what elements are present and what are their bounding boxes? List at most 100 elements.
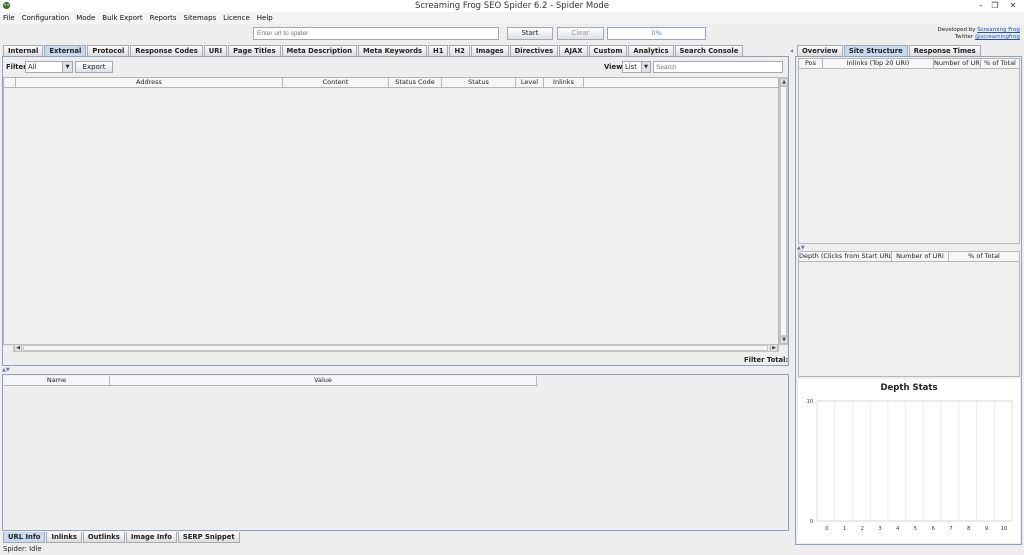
- depth-stats-chart: Depth Stats 0 10 0 1 2 3 4 5 6 7 8 9 10: [798, 379, 1020, 543]
- menu-bulk-export[interactable]: Bulk Export: [102, 14, 142, 22]
- start-button[interactable]: Start: [507, 27, 553, 40]
- depth-table-header: Depth (Clicks from Start URL) Number of …: [799, 252, 1019, 262]
- developed-by-label: Developed by: [937, 27, 976, 33]
- minimize-icon[interactable]: –: [974, 1, 988, 10]
- menu-configuration[interactable]: Configuration: [22, 14, 69, 22]
- tab-h1[interactable]: H1: [428, 45, 449, 56]
- tab-response-times[interactable]: Response Times: [908, 45, 981, 56]
- main-table-hscrollbar[interactable]: ◀ ▶: [13, 344, 779, 352]
- column-status-code[interactable]: Status Code: [389, 78, 442, 87]
- status-bar: Spider: Idle: [0, 545, 1024, 555]
- tab-outlinks[interactable]: Outlinks: [82, 532, 125, 543]
- column-inlinks[interactable]: Inlinks: [544, 78, 584, 87]
- column-value[interactable]: Value: [110, 376, 537, 385]
- tab-overview[interactable]: Overview: [797, 45, 843, 56]
- tab-meta-description[interactable]: Meta Description: [281, 45, 358, 56]
- view-dropdown[interactable]: List ▼: [622, 61, 651, 73]
- progress-bar: 0%: [607, 27, 706, 40]
- column-level[interactable]: Level: [516, 78, 544, 87]
- scroll-down-icon[interactable]: ▼: [780, 336, 788, 344]
- main-table-vscrollbar[interactable]: ▲ ▼: [779, 77, 788, 345]
- tab-meta-keywords[interactable]: Meta Keywords: [358, 45, 428, 56]
- close-icon[interactable]: ✕: [1006, 1, 1020, 10]
- title-bar: Screaming Frog SEO Spider 6.2 - Spider M…: [0, 0, 1024, 12]
- x-tick-label: 5: [914, 526, 917, 532]
- menu-help[interactable]: Help: [257, 14, 273, 22]
- scroll-right-icon[interactable]: ▶: [770, 344, 778, 352]
- menu-mode[interactable]: Mode: [76, 14, 95, 22]
- scroll-up-icon[interactable]: ▲: [780, 78, 788, 86]
- search-input[interactable]: [653, 61, 783, 73]
- chevron-down-icon[interactable]: ▼: [641, 62, 650, 72]
- view-value: List: [625, 63, 637, 71]
- column-percent-of-total[interactable]: % of Total: [981, 59, 1019, 68]
- main-table: Address Content Status Code Status Level…: [3, 77, 779, 345]
- url-input[interactable]: [253, 27, 499, 40]
- tab-image-info[interactable]: Image Info: [125, 532, 177, 543]
- hscroll-thumb[interactable]: [23, 345, 768, 351]
- tab-directives[interactable]: Directives: [509, 45, 559, 56]
- column-number-of-uri[interactable]: Number of URI: [934, 59, 981, 68]
- column-inlinks-top-20-uri[interactable]: Inlinks (Top 20 URI): [823, 59, 934, 68]
- clear-button[interactable]: Clear: [557, 27, 604, 40]
- splitter-arrows-icon[interactable]: ▲▼: [2, 367, 16, 373]
- tab-protocol[interactable]: Protocol: [87, 45, 130, 56]
- main-table-header: Address Content Status Code Status Level…: [4, 78, 778, 88]
- plot-area: [816, 400, 1013, 522]
- tab-page-titles[interactable]: Page Titles: [228, 45, 281, 56]
- column-status[interactable]: Status: [442, 78, 516, 87]
- column-depth-number-of-uri[interactable]: Number of URI: [892, 252, 949, 261]
- column-name[interactable]: Name: [4, 376, 110, 385]
- tab-h2[interactable]: H2: [449, 45, 470, 56]
- tab-ajax[interactable]: AJAX: [559, 45, 588, 56]
- screaming-frog-link[interactable]: Screaming Frog: [977, 27, 1020, 33]
- x-tick-label: 10: [1001, 526, 1007, 532]
- menu-file[interactable]: File: [3, 14, 15, 22]
- column-pos[interactable]: Pos: [799, 59, 823, 68]
- bottom-tab-strip: URL Info Inlinks Outlinks Image Info SER…: [3, 532, 241, 543]
- tab-analytics[interactable]: Analytics: [628, 45, 674, 56]
- twitter-link[interactable]: @screamingfrog: [975, 34, 1020, 40]
- x-tick-label: 9: [985, 526, 988, 532]
- filter-dropdown[interactable]: All ▼: [25, 61, 73, 73]
- developer-credit: Developed by Screaming Frog Twitter @scr…: [937, 27, 1020, 41]
- tab-url-info[interactable]: URL Info: [3, 532, 46, 543]
- column-address[interactable]: Address: [16, 78, 283, 87]
- detail-panel: Name Value: [2, 374, 789, 531]
- tab-internal[interactable]: Internal: [3, 45, 44, 56]
- filter-total-label: Filter Total:: [744, 356, 789, 364]
- chevron-down-icon[interactable]: ▼: [62, 62, 72, 72]
- scroll-left-icon[interactable]: ◀: [14, 344, 22, 352]
- x-tick-label: 0: [825, 526, 828, 532]
- twitter-label: Twitter: [954, 34, 974, 40]
- filter-value: All: [28, 63, 37, 71]
- menu-reports[interactable]: Reports: [150, 14, 177, 22]
- restore-icon[interactable]: ❐: [988, 1, 1002, 10]
- column-content[interactable]: Content: [283, 78, 389, 87]
- detail-table-header: Name Value: [4, 376, 538, 386]
- tab-custom[interactable]: Custom: [588, 45, 628, 56]
- tab-inlinks[interactable]: Inlinks: [46, 532, 82, 543]
- x-tick-label: 6: [932, 526, 935, 532]
- row-number-column: [4, 78, 16, 87]
- depth-table: Depth (Clicks from Start URL) Number of …: [798, 251, 1020, 377]
- tab-serp-snippet[interactable]: SERP Snippet: [177, 532, 240, 543]
- vertical-splitter-icon[interactable]: ◀: [790, 48, 794, 58]
- column-depth[interactable]: Depth (Clicks from Start URL): [799, 252, 892, 261]
- tab-images[interactable]: Images: [470, 45, 509, 56]
- tab-external[interactable]: External: [44, 45, 87, 56]
- menu-sitemaps[interactable]: Sitemaps: [184, 14, 217, 22]
- tab-uri[interactable]: URI: [203, 45, 228, 56]
- inlinks-table: Pos Inlinks (Top 20 URI) Number of URI %…: [798, 58, 1020, 244]
- menu-licence[interactable]: Licence: [223, 14, 250, 22]
- scroll-thumb[interactable]: [780, 86, 787, 336]
- export-button[interactable]: Export: [75, 61, 113, 73]
- tab-site-structure[interactable]: Site Structure: [843, 45, 908, 56]
- tab-response-codes[interactable]: Response Codes: [130, 45, 203, 56]
- column-depth-percent-of-total[interactable]: % of Total: [949, 252, 1019, 261]
- right-tab-strip: Overview Site Structure Response Times: [797, 45, 982, 56]
- x-tick-label: 1: [843, 526, 846, 532]
- chart-title: Depth Stats: [880, 383, 938, 393]
- tab-search-console[interactable]: Search Console: [674, 45, 744, 56]
- y-tick-label: 0: [810, 519, 813, 525]
